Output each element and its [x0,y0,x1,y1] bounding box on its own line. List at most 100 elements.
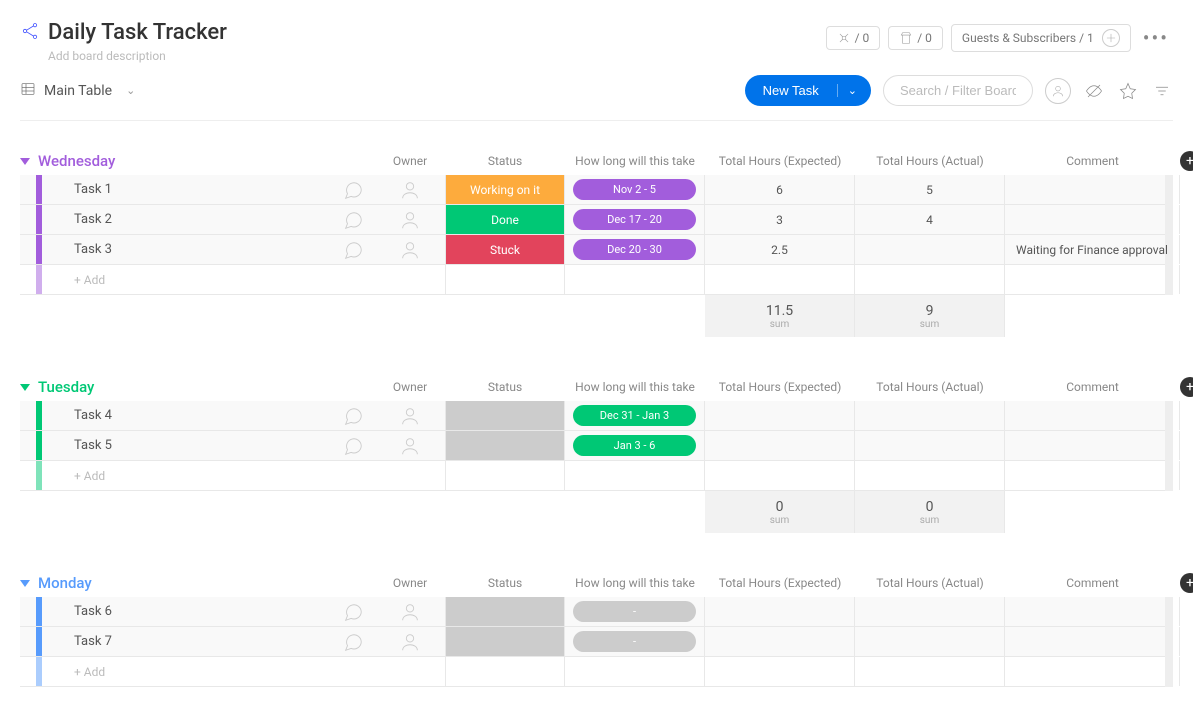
column-header-status[interactable]: Status [445,380,565,394]
column-header-comment[interactable]: Comment [1005,154,1180,168]
owner-cell[interactable] [375,431,445,460]
add-column-button[interactable]: + [1180,573,1193,593]
timeline-cell[interactable]: Jan 3 - 6 [565,431,705,460]
expected-hours-cell[interactable]: 6 [705,175,855,204]
column-header-expected[interactable]: Total Hours (Expected) [705,154,855,168]
conversation-button[interactable] [330,235,375,264]
column-header-owner[interactable]: Owner [375,154,445,168]
column-header-expected[interactable]: Total Hours (Expected) [705,380,855,394]
task-name[interactable]: Task 4 [66,401,330,430]
task-name[interactable]: Task 5 [66,431,330,460]
status-cell[interactable]: Done [445,205,565,234]
new-task-button[interactable]: New Task ⌄ [745,75,871,106]
search-input[interactable] [883,75,1033,106]
add-column-button[interactable]: + [1180,377,1193,397]
add-task-button[interactable]: + Add [66,657,330,686]
timeline-cell[interactable]: Nov 2 - 5 [565,175,705,204]
collapse-icon[interactable] [20,384,30,391]
comment-cell[interactable] [1005,431,1180,460]
conversation-button[interactable] [330,627,375,656]
pin-button[interactable] [1117,80,1139,102]
timeline-cell[interactable]: - [565,597,705,626]
conversation-button[interactable] [330,431,375,460]
column-header-timeline[interactable]: How long will this take [565,576,705,590]
actual-hours-cell[interactable] [855,431,1005,460]
conversation-button[interactable] [330,175,375,204]
task-name[interactable]: Task 6 [66,597,330,626]
board-title[interactable]: Daily Task Tracker [48,20,227,45]
timeline-cell[interactable]: Dec 31 - Jan 3 [565,401,705,430]
task-name[interactable]: Task 1 [66,175,330,204]
expected-hours-cell[interactable] [705,431,855,460]
column-header-timeline[interactable]: How long will this take [565,154,705,168]
conversation-button[interactable] [330,205,375,234]
actual-hours-cell[interactable] [855,627,1005,656]
add-task-button[interactable]: + Add [66,461,330,490]
status-cell[interactable] [445,627,565,656]
column-header-status[interactable]: Status [445,154,565,168]
task-name[interactable]: Task 7 [66,627,330,656]
collapse-icon[interactable] [20,158,30,165]
expected-hours-cell[interactable]: 3 [705,205,855,234]
status-cell[interactable]: Stuck [445,235,565,264]
comment-cell[interactable] [1005,205,1180,234]
column-header-owner[interactable]: Owner [375,380,445,394]
status-cell[interactable] [445,597,565,626]
status-cell[interactable]: Working on it [445,175,565,204]
owner-cell[interactable] [375,401,445,430]
automations-button[interactable]: / 0 [888,26,943,50]
chevron-down-icon[interactable]: ⌄ [126,84,135,97]
task-name[interactable]: Task 3 [66,235,330,264]
actual-hours-cell[interactable]: 5 [855,175,1005,204]
add-task-button[interactable]: + Add [66,265,330,294]
integrations-button[interactable]: / 0 [826,26,881,50]
column-header-actual[interactable]: Total Hours (Actual) [855,154,1005,168]
status-cell[interactable] [445,401,565,430]
timeline-cell[interactable]: - [565,627,705,656]
add-column-button[interactable]: + [1180,151,1193,171]
filter-button[interactable] [1151,80,1173,102]
comment-cell[interactable] [1005,175,1180,204]
comment-cell[interactable] [1005,401,1180,430]
person-filter-button[interactable] [1045,78,1071,104]
owner-cell[interactable] [375,235,445,264]
actual-hours-cell[interactable] [855,401,1005,430]
group-header[interactable]: Wednesday [20,152,375,170]
actual-hours-cell[interactable] [855,597,1005,626]
expected-hours-cell[interactable] [705,401,855,430]
task-name[interactable]: Task 2 [66,205,330,234]
status-cell[interactable] [445,431,565,460]
comment-cell[interactable]: Waiting for Finance approval [1005,235,1180,264]
column-header-expected[interactable]: Total Hours (Expected) [705,576,855,590]
conversation-button[interactable] [330,401,375,430]
column-header-status[interactable]: Status [445,576,565,590]
owner-cell[interactable] [375,175,445,204]
comment-cell[interactable] [1005,597,1180,626]
column-header-actual[interactable]: Total Hours (Actual) [855,576,1005,590]
view-selector[interactable]: Main Table [44,83,112,99]
expected-hours-cell[interactable] [705,627,855,656]
column-header-timeline[interactable]: How long will this take [565,380,705,394]
group-header[interactable]: Monday [20,574,375,592]
expected-hours-cell[interactable] [705,597,855,626]
column-header-actual[interactable]: Total Hours (Actual) [855,380,1005,394]
comment-cell[interactable] [1005,627,1180,656]
column-header-owner[interactable]: Owner [375,576,445,590]
board-description-placeholder[interactable]: Add board description [48,49,227,63]
collapse-icon[interactable] [20,580,30,587]
more-menu-button[interactable]: ••• [1139,26,1173,50]
conversation-button[interactable] [330,597,375,626]
group-header[interactable]: Tuesday [20,378,375,396]
guests-subscribers-button[interactable]: Guests & Subscribers / 1 [951,24,1131,52]
actual-hours-cell[interactable]: 4 [855,205,1005,234]
column-header-comment[interactable]: Comment [1005,576,1180,590]
timeline-cell[interactable]: Dec 17 - 20 [565,205,705,234]
actual-hours-cell[interactable] [855,235,1005,264]
owner-cell[interactable] [375,627,445,656]
column-header-comment[interactable]: Comment [1005,380,1180,394]
timeline-cell[interactable]: Dec 20 - 30 [565,235,705,264]
hide-columns-button[interactable] [1083,80,1105,102]
new-task-dropdown-icon[interactable]: ⌄ [837,84,857,97]
owner-cell[interactable] [375,205,445,234]
owner-cell[interactable] [375,597,445,626]
